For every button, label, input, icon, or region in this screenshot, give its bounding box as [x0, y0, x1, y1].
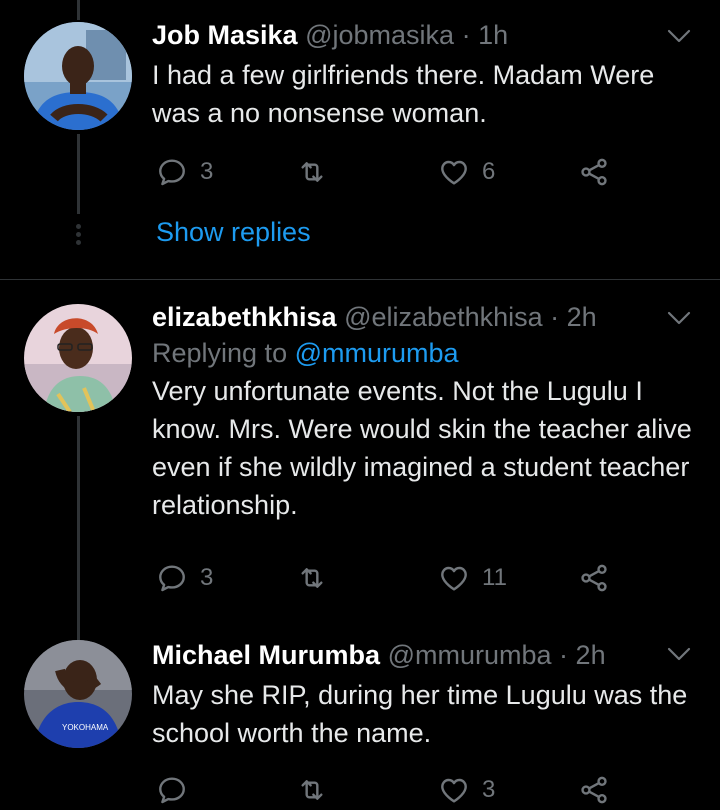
tweet-text: Very unfortunate events. Not the Lugulu …: [152, 376, 692, 520]
chevron-down-icon[interactable]: [666, 308, 692, 328]
share-icon: [578, 562, 610, 594]
share-button[interactable]: [578, 558, 610, 598]
like-button[interactable]: 3: [438, 770, 495, 810]
avatar-job-masika[interactable]: [24, 22, 132, 130]
reply-icon: [156, 774, 188, 806]
avatar-elizabethkhisa[interactable]: [24, 304, 132, 412]
separator: ·: [461, 20, 471, 50]
reply-icon: [156, 562, 188, 594]
svg-text:YOKOHAMA: YOKOHAMA: [62, 723, 109, 732]
reply-count: 3: [200, 564, 214, 591]
reply-button[interactable]: 3: [156, 152, 213, 192]
reply-button[interactable]: 3: [156, 558, 213, 598]
tweet-text: May she RIP, during her time Lugulu was …: [152, 680, 688, 748]
reply-icon: [156, 156, 188, 188]
display-name[interactable]: Michael Murumba: [152, 640, 380, 670]
thread-line: [77, 416, 80, 640]
timestamp[interactable]: 2h: [576, 640, 606, 670]
separator: ·: [550, 302, 560, 332]
separator: ·: [559, 640, 569, 670]
tweet-text: I had a few girlfriends there. Madam Wer…: [152, 60, 655, 128]
reply-button[interactable]: [156, 770, 200, 810]
tweet-elizabethkhisa[interactable]: elizabethkhisa @elizabethkhisa · 2h Repl…: [0, 280, 720, 640]
like-count: 11: [482, 564, 507, 591]
like-count: 3: [482, 776, 496, 803]
share-button[interactable]: [578, 770, 610, 810]
retweet-icon: [296, 774, 328, 806]
retweet-button[interactable]: [296, 152, 340, 192]
like-button[interactable]: 6: [438, 152, 495, 192]
tweet-actions: 3: [156, 770, 636, 810]
user-handle[interactable]: @mmurumba: [388, 640, 552, 670]
more-replies-dots: [75, 224, 82, 248]
replying-to: Replying to @mmurumba: [152, 334, 696, 372]
retweet-button[interactable]: [296, 770, 340, 810]
timestamp[interactable]: 2h: [567, 302, 597, 332]
tweet-michael-murumba[interactable]: YOKOHAMA Michael Murumba @mmurumba · 2h …: [0, 636, 720, 799]
avatar-michael-murumba[interactable]: YOKOHAMA: [24, 640, 132, 748]
timestamp[interactable]: 1h: [478, 20, 508, 50]
chevron-down-icon[interactable]: [666, 26, 692, 46]
tweet-actions: 3 11: [156, 558, 636, 598]
like-count: 6: [482, 158, 496, 185]
retweet-icon: [296, 562, 328, 594]
like-button[interactable]: 11: [438, 558, 507, 598]
retweet-button[interactable]: [296, 558, 340, 598]
tweet-job-masika[interactable]: Job Masika @jobmasika · 1h I had a few g…: [0, 0, 720, 280]
share-button[interactable]: [578, 152, 610, 192]
replying-label: Replying to: [152, 338, 288, 368]
user-handle[interactable]: @elizabethkhisa: [344, 302, 543, 332]
heart-icon: [438, 156, 470, 188]
heart-icon: [438, 774, 470, 806]
reply-count: 3: [200, 158, 214, 185]
tweet-header: Job Masika @jobmasika · 1h: [152, 18, 696, 52]
replying-to-link[interactable]: @mmurumba: [295, 338, 459, 368]
thread-line: [77, 134, 80, 214]
share-icon: [578, 774, 610, 806]
user-handle[interactable]: @jobmasika: [305, 20, 454, 50]
tweet-header: elizabethkhisa @elizabethkhisa · 2h: [152, 300, 696, 334]
display-name[interactable]: Job Masika: [152, 20, 298, 50]
tweet-actions: 3 6: [156, 152, 636, 192]
chevron-down-icon[interactable]: [666, 644, 692, 664]
show-replies-link[interactable]: Show replies: [156, 217, 311, 248]
display-name[interactable]: elizabethkhisa: [152, 302, 337, 332]
retweet-icon: [296, 156, 328, 188]
share-icon: [578, 156, 610, 188]
tweet-header: Michael Murumba @mmurumba · 2h: [152, 638, 696, 672]
heart-icon: [438, 562, 470, 594]
